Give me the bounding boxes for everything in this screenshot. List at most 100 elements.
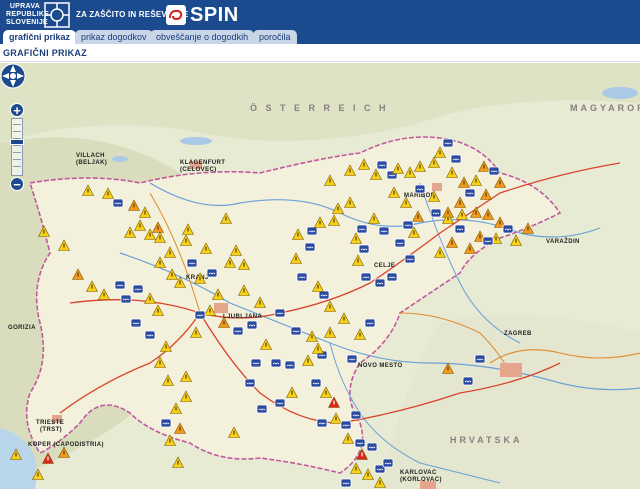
warning-marker-orange-icon[interactable] bbox=[442, 362, 454, 374]
event-marker-blue-icon[interactable] bbox=[232, 326, 244, 336]
warning-marker-yellow-icon[interactable] bbox=[328, 214, 340, 226]
zoom-slider-handle[interactable] bbox=[10, 139, 24, 145]
event-marker-blue-icon[interactable] bbox=[296, 272, 308, 282]
warning-marker-yellow-icon[interactable] bbox=[152, 304, 164, 316]
warning-marker-yellow-icon[interactable] bbox=[170, 402, 182, 414]
event-marker-blue-icon[interactable] bbox=[502, 224, 514, 234]
warning-marker-yellow-icon[interactable] bbox=[238, 258, 250, 270]
zoom-in-button[interactable]: + bbox=[10, 103, 24, 117]
event-marker-blue-icon[interactable] bbox=[378, 226, 390, 236]
warning-marker-yellow-icon[interactable] bbox=[220, 212, 232, 224]
warning-marker-yellow-icon[interactable] bbox=[82, 184, 94, 196]
warning-marker-yellow-icon[interactable] bbox=[230, 244, 242, 256]
warning-marker-yellow-icon[interactable] bbox=[312, 280, 324, 292]
pan-compass-icon[interactable] bbox=[0, 63, 26, 89]
warning-marker-yellow-icon[interactable] bbox=[154, 231, 166, 243]
event-marker-blue-icon[interactable] bbox=[112, 198, 124, 208]
warning-marker-yellow-icon[interactable] bbox=[428, 156, 440, 168]
event-marker-blue-icon[interactable] bbox=[194, 310, 206, 320]
warning-marker-yellow-icon[interactable] bbox=[102, 187, 114, 199]
warning-marker-yellow-icon[interactable] bbox=[324, 174, 336, 186]
warning-marker-yellow-icon[interactable] bbox=[446, 166, 458, 178]
warning-marker-yellow-icon[interactable] bbox=[314, 216, 326, 228]
warning-marker-yellow-icon[interactable] bbox=[172, 456, 184, 468]
event-marker-blue-icon[interactable] bbox=[346, 354, 358, 364]
event-marker-blue-icon[interactable] bbox=[114, 280, 126, 290]
warning-marker-yellow-icon[interactable] bbox=[354, 328, 366, 340]
warning-marker-yellow-icon[interactable] bbox=[324, 300, 336, 312]
warning-marker-yellow-icon[interactable] bbox=[260, 338, 272, 350]
warning-marker-yellow-icon[interactable] bbox=[32, 468, 44, 480]
warning-marker-orange-icon[interactable] bbox=[174, 422, 186, 434]
warning-marker-yellow-icon[interactable] bbox=[180, 234, 192, 246]
warning-marker-yellow-icon[interactable] bbox=[306, 330, 318, 342]
warning-marker-yellow-icon[interactable] bbox=[414, 160, 426, 172]
warning-marker-yellow-icon[interactable] bbox=[338, 312, 350, 324]
tab-obvescanje-o-dogodkih[interactable]: obveščanje o dogodkih bbox=[150, 30, 255, 44]
event-marker-blue-icon[interactable] bbox=[160, 418, 172, 428]
warning-marker-orange-icon[interactable] bbox=[152, 221, 164, 233]
warning-marker-yellow-icon[interactable] bbox=[428, 190, 440, 202]
event-marker-blue-icon[interactable] bbox=[274, 398, 286, 408]
zoom-slider-track[interactable] bbox=[10, 118, 24, 176]
warning-marker-yellow-icon[interactable] bbox=[358, 158, 370, 170]
warning-marker-yellow-icon[interactable] bbox=[368, 212, 380, 224]
warning-marker-yellow-icon[interactable] bbox=[344, 196, 356, 208]
warning-marker-yellow-icon[interactable] bbox=[286, 386, 298, 398]
event-marker-blue-icon[interactable] bbox=[376, 160, 388, 170]
event-marker-blue-icon[interactable] bbox=[186, 258, 198, 268]
event-marker-blue-icon[interactable] bbox=[310, 378, 322, 388]
warning-marker-orange-icon[interactable] bbox=[458, 176, 470, 188]
warning-marker-yellow-icon[interactable] bbox=[182, 223, 194, 235]
warning-marker-yellow-icon[interactable] bbox=[404, 166, 416, 178]
zoom-out-button[interactable]: − bbox=[10, 177, 24, 191]
warning-marker-yellow-icon[interactable] bbox=[164, 246, 176, 258]
warning-marker-yellow-icon[interactable] bbox=[166, 268, 178, 280]
event-marker-blue-icon[interactable] bbox=[340, 420, 352, 430]
tab-graficni-prikaz[interactable]: grafični prikaz bbox=[3, 30, 77, 44]
map-viewport[interactable]: Ö S T E R R E I C H KLAGENFURT (CELOVEC)… bbox=[0, 63, 640, 489]
warning-marker-yellow-icon[interactable] bbox=[302, 354, 314, 366]
warning-marker-yellow-icon[interactable] bbox=[98, 288, 110, 300]
warning-marker-yellow-icon[interactable] bbox=[332, 202, 344, 214]
warning-marker-yellow-icon[interactable] bbox=[86, 280, 98, 292]
warning-marker-yellow-icon[interactable] bbox=[344, 164, 356, 176]
warning-marker-yellow-icon[interactable] bbox=[238, 284, 250, 296]
warning-marker-yellow-icon[interactable] bbox=[362, 468, 374, 480]
tab-prikaz-dogodkov[interactable]: prikaz dogodkov bbox=[75, 30, 153, 44]
warning-marker-yellow-icon[interactable] bbox=[290, 252, 302, 264]
warning-marker-yellow-icon[interactable] bbox=[254, 296, 266, 308]
event-marker-blue-icon[interactable] bbox=[404, 254, 416, 264]
warning-marker-orange-icon[interactable] bbox=[446, 236, 458, 248]
alert-marker-red-icon[interactable] bbox=[328, 396, 340, 408]
event-marker-blue-icon[interactable] bbox=[364, 318, 376, 328]
warning-marker-yellow-icon[interactable] bbox=[292, 228, 304, 240]
warning-marker-yellow-icon[interactable] bbox=[370, 168, 382, 180]
event-marker-blue-icon[interactable] bbox=[270, 358, 282, 368]
event-marker-blue-icon[interactable] bbox=[482, 236, 494, 246]
event-marker-blue-icon[interactable] bbox=[414, 184, 426, 194]
warning-marker-yellow-icon[interactable] bbox=[330, 412, 342, 424]
warning-marker-yellow-icon[interactable] bbox=[134, 219, 146, 231]
warning-marker-yellow-icon[interactable] bbox=[160, 340, 172, 352]
warning-marker-yellow-icon[interactable] bbox=[350, 462, 362, 474]
event-marker-blue-icon[interactable] bbox=[358, 244, 370, 254]
event-marker-blue-icon[interactable] bbox=[144, 330, 156, 340]
event-marker-blue-icon[interactable] bbox=[394, 238, 406, 248]
event-marker-blue-icon[interactable] bbox=[366, 442, 378, 452]
event-marker-blue-icon[interactable] bbox=[454, 224, 466, 234]
warning-marker-orange-icon[interactable] bbox=[480, 188, 492, 200]
event-marker-blue-icon[interactable] bbox=[132, 284, 144, 294]
event-marker-blue-icon[interactable] bbox=[316, 418, 328, 428]
event-marker-blue-icon[interactable] bbox=[464, 188, 476, 198]
event-marker-blue-icon[interactable] bbox=[318, 290, 330, 300]
warning-marker-yellow-icon[interactable] bbox=[162, 374, 174, 386]
warning-marker-orange-icon[interactable] bbox=[464, 242, 476, 254]
event-marker-blue-icon[interactable] bbox=[402, 220, 414, 230]
warning-marker-yellow-icon[interactable] bbox=[510, 234, 522, 246]
event-marker-blue-icon[interactable] bbox=[206, 268, 218, 278]
event-marker-blue-icon[interactable] bbox=[382, 458, 394, 468]
event-marker-blue-icon[interactable] bbox=[442, 138, 454, 148]
warning-marker-yellow-icon[interactable] bbox=[200, 242, 212, 254]
warning-marker-yellow-icon[interactable] bbox=[190, 326, 202, 338]
